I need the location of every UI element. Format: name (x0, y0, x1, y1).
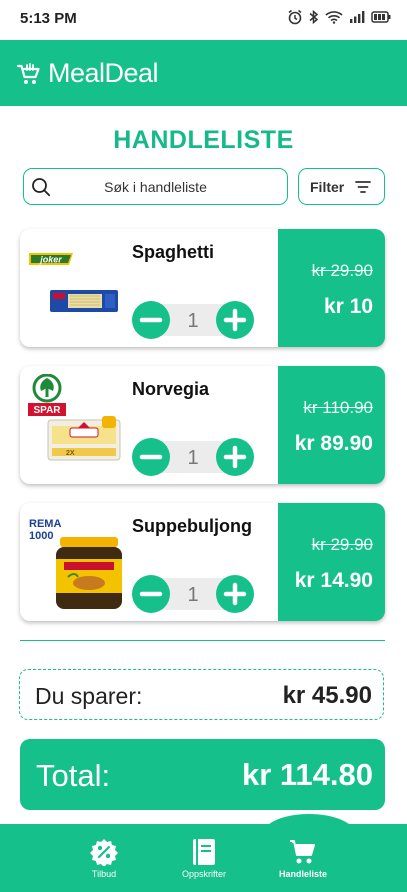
new-price: kr 14.90 (294, 569, 373, 592)
nav-label: Handleliste (278, 869, 327, 879)
total-label: Total: (36, 758, 111, 793)
new-price: kr 89.90 (294, 432, 373, 455)
old-price: kr 110.90 (303, 398, 373, 417)
savings-box: Du sparer: kr 45.90 (19, 669, 384, 720)
app-header: MealDeal (0, 40, 407, 106)
list-item: SPAR 2X Norvegia 1 kr 110.90 kr 89.90 (20, 366, 385, 484)
spaghetti-image (50, 288, 118, 319)
recipe-book-icon (193, 839, 215, 865)
new-price: kr 10 (323, 295, 373, 318)
minus-icon (139, 591, 163, 597)
status-bar: 5:13 PM (0, 0, 407, 38)
price-box: kr 29.90 kr 14.90 (278, 503, 385, 621)
total-value: kr 114.80 (241, 757, 373, 792)
quantity-value: 1 (187, 310, 199, 332)
divider (20, 640, 385, 641)
savings-value: kr 45.90 (282, 682, 372, 709)
price-box: kr 29.90 kr 10 (278, 229, 385, 347)
item-name: Norvegia (132, 379, 210, 399)
savings-label: Du sparer: (35, 683, 143, 709)
nav-label: Oppskrifter (181, 869, 226, 879)
bluetooth-icon (309, 9, 319, 25)
plus-icon (223, 445, 247, 469)
filter-button[interactable]: Filter (298, 168, 385, 205)
item-name: Spaghetti (132, 242, 215, 262)
page-title: HANDLELISTE (113, 126, 294, 154)
cart-icon (290, 840, 315, 864)
svg-text:joker: joker (39, 255, 62, 265)
old-price: kr 29.90 (311, 261, 373, 280)
decrease-button[interactable] (132, 438, 170, 476)
suppebuljong-image (54, 537, 124, 616)
nav-item-oppskrifter[interactable]: Oppskrifter (159, 838, 249, 879)
list-item: joker Spaghetti 1 kr 29.90 kr 10 (20, 229, 385, 347)
old-price: kr 29.90 (311, 535, 373, 554)
search-placeholder: Søk i handleliste (104, 179, 207, 195)
decrease-button[interactable] (132, 301, 170, 339)
signal-icon (350, 11, 365, 23)
app-logo[interactable]: MealDeal (16, 58, 159, 89)
quantity-stepper: 1 (132, 301, 254, 339)
brand-name: MealDeal (48, 58, 159, 88)
increase-button[interactable] (216, 301, 254, 339)
minus-icon (139, 317, 163, 323)
store-logo-joker: joker (27, 249, 75, 274)
nav-item-tilbud[interactable]: Tilbud (59, 838, 149, 879)
wifi-icon (325, 11, 343, 24)
nav-item-handleliste[interactable]: Handleliste (258, 838, 348, 879)
increase-button[interactable] (216, 438, 254, 476)
plus-icon (223, 308, 247, 332)
decrease-button[interactable] (132, 575, 170, 613)
status-icons (287, 9, 391, 25)
svg-text:2X: 2X (66, 450, 75, 457)
filter-label: Filter (310, 179, 345, 195)
total-box: Total: kr 114.80 (20, 739, 385, 810)
nav-label: Tilbud (91, 869, 117, 879)
norvegia-image: 2X (46, 410, 122, 469)
quantity-value: 1 (187, 447, 199, 469)
quantity-stepper: 1 (132, 575, 254, 613)
minus-icon (139, 454, 163, 460)
plus-icon (223, 582, 247, 606)
svg-text:1000: 1000 (29, 530, 53, 541)
search-input[interactable]: Søk i handleliste (23, 168, 288, 205)
bottom-nav: Tilbud Oppskrifter Handleliste (0, 824, 407, 892)
list-item: REMA 1000 Suppebuljong 1 kr 29.90 kr 14.… (20, 503, 385, 621)
cart-logo-icon (16, 62, 40, 84)
alarm-icon (288, 9, 302, 25)
increase-button[interactable] (216, 575, 254, 613)
price-box: kr 110.90 kr 89.90 (278, 366, 385, 484)
discount-icon (90, 839, 118, 866)
filter-icon (355, 181, 371, 193)
battery-icon (371, 11, 391, 23)
svg-text:REMA: REMA (29, 518, 61, 530)
status-time: 5:13 PM (20, 10, 77, 27)
quantity-value: 1 (187, 584, 199, 606)
item-name: Suppebuljong (132, 516, 252, 536)
quantity-stepper: 1 (132, 438, 254, 476)
